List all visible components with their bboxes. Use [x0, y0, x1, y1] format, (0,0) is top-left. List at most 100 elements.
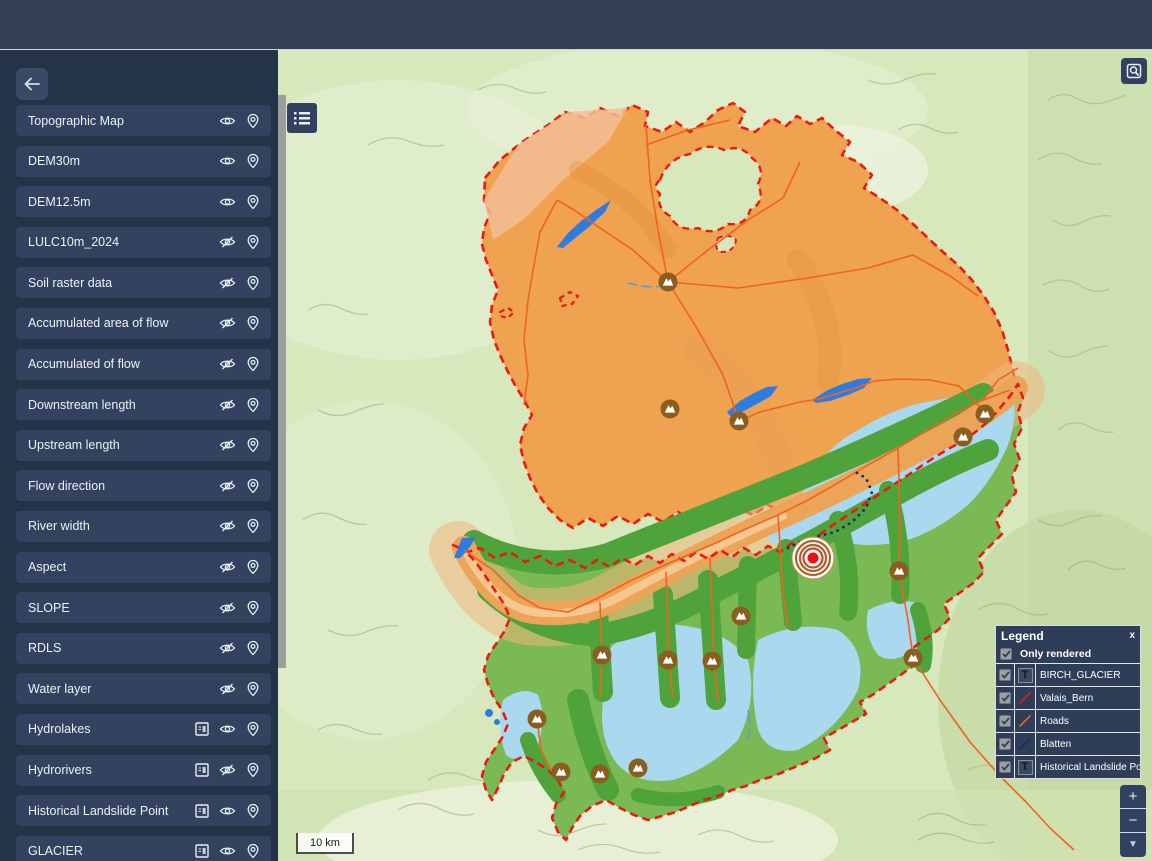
layer-row[interactable]: LULC10m_2024 [16, 227, 271, 258]
symbology-icon-button[interactable] [194, 721, 210, 737]
back-button[interactable] [16, 68, 48, 100]
zoom-to-layer-button[interactable] [245, 762, 261, 778]
layer-row[interactable]: Accumulated area of flow [16, 308, 271, 339]
eye-off-icon[interactable] [219, 559, 236, 575]
zoom-to-layer-button[interactable] [245, 478, 261, 494]
eye-icon[interactable] [219, 803, 236, 819]
zoom-out-button[interactable]: − [1120, 809, 1146, 833]
legend-title: Legend [1001, 629, 1044, 643]
symbology-icon-button[interactable] [194, 843, 210, 859]
pin-icon [245, 803, 261, 819]
eye-off-icon[interactable] [219, 234, 236, 250]
layer-row[interactable]: Aspect [16, 552, 271, 583]
layer-row[interactable]: SLOPE [16, 592, 271, 623]
zoom-to-layer-button[interactable] [245, 113, 261, 129]
zoom-to-layer-button[interactable] [245, 437, 261, 453]
map-area[interactable]: 10 km + − ▼ Legend x Only rendered T BIR… [278, 50, 1152, 861]
legend-item-checkbox[interactable] [996, 756, 1015, 778]
layers-sidebar: Topographic Map DEM30m [0, 50, 278, 861]
zoom-controls: + − ▼ [1120, 785, 1146, 857]
eye-off-icon[interactable] [219, 437, 236, 453]
eye-off-icon[interactable] [219, 762, 236, 778]
eye-off-icon[interactable] [219, 275, 236, 291]
layer-row[interactable]: GLACIER [16, 836, 271, 861]
eye-off-icon[interactable] [219, 315, 236, 331]
symbology-icon [194, 721, 210, 737]
identify-tool-button[interactable] [1121, 58, 1147, 84]
only-rendered-checkbox[interactable] [1000, 648, 1012, 660]
pin-icon [245, 437, 261, 453]
eye-off-icon[interactable] [219, 478, 236, 494]
text-symbol: T [1018, 668, 1033, 683]
layer-row[interactable]: Accumulated of flow [16, 349, 271, 380]
layer-label: Hydrorivers [28, 763, 194, 777]
check-icon [1001, 763, 1010, 771]
symbology-icon-button[interactable] [194, 803, 210, 819]
zoom-to-layer-button[interactable] [245, 275, 261, 291]
layer-row[interactable]: Hydrolakes [16, 714, 271, 745]
layer-row[interactable]: Downstream length [16, 389, 271, 420]
layer-row[interactable]: Upstream length [16, 430, 271, 461]
layer-label: DEM30m [28, 154, 219, 168]
layer-row[interactable]: Flow direction [16, 470, 271, 501]
layer-row[interactable]: DEM12.5m [16, 186, 271, 217]
text-symbol: T [1018, 760, 1033, 775]
pin-icon [245, 397, 261, 413]
legend-item-checkbox[interactable] [996, 664, 1015, 686]
pin-icon [245, 518, 261, 534]
eye-icon[interactable] [219, 843, 236, 859]
legend-item-checkbox[interactable] [996, 687, 1015, 709]
check-icon [1001, 740, 1010, 748]
zoom-to-layer-button[interactable] [245, 559, 261, 575]
layer-row[interactable]: Topographic Map [16, 105, 271, 136]
zoom-to-layer-button[interactable] [245, 640, 261, 656]
layer-list-button[interactable] [287, 103, 317, 133]
zoom-to-layer-button[interactable] [245, 843, 261, 859]
eye-off-icon[interactable] [219, 681, 236, 697]
legend-item-label: BIRCH_GLACIER [1036, 664, 1140, 686]
symbology-icon-button[interactable] [194, 762, 210, 778]
top-bar [0, 0, 1152, 50]
zoom-in-button[interactable]: + [1120, 785, 1146, 809]
eye-off-icon[interactable] [219, 356, 236, 372]
legend-item-row: Roads [996, 709, 1140, 732]
layer-label: LULC10m_2024 [28, 235, 219, 249]
layer-row[interactable]: Hydrorivers [16, 755, 271, 786]
zoom-extent-button[interactable]: ▼ [1120, 833, 1146, 857]
zoom-to-layer-button[interactable] [245, 315, 261, 331]
eye-icon[interactable] [219, 194, 236, 210]
sidebar-scrollbar[interactable] [278, 95, 286, 668]
arrow-left-icon [23, 77, 41, 91]
zoom-to-layer-button[interactable] [245, 803, 261, 819]
eye-icon[interactable] [219, 113, 236, 129]
eye-icon[interactable] [219, 721, 236, 737]
layer-row[interactable]: Water layer [16, 673, 271, 704]
legend-item-checkbox[interactable] [996, 710, 1015, 732]
symbology-icon [194, 803, 210, 819]
eye-icon[interactable] [219, 153, 236, 169]
zoom-to-layer-button[interactable] [245, 234, 261, 250]
zoom-to-layer-button[interactable] [245, 356, 261, 372]
zoom-to-layer-button[interactable] [245, 153, 261, 169]
eye-off-icon[interactable] [219, 397, 236, 413]
eye-off-icon[interactable] [219, 640, 236, 656]
legend-item-symbol: T [1015, 664, 1036, 686]
zoom-to-layer-button[interactable] [245, 600, 261, 616]
legend-item-checkbox[interactable] [996, 733, 1015, 755]
layer-row[interactable]: Historical Landslide Point [16, 795, 271, 826]
layer-row[interactable]: River width [16, 511, 271, 542]
zoom-to-layer-button[interactable] [245, 681, 261, 697]
zoom-to-layer-button[interactable] [245, 397, 261, 413]
layer-label: RDLS [28, 641, 219, 655]
zoom-to-layer-button[interactable] [245, 518, 261, 534]
layer-row[interactable]: Soil raster data [16, 267, 271, 298]
legend-close-button[interactable]: x [1129, 631, 1135, 641]
layer-row[interactable]: RDLS [16, 633, 271, 664]
layer-row[interactable]: DEM30m [16, 146, 271, 177]
symbology-icon [194, 762, 210, 778]
eye-off-icon[interactable] [219, 600, 236, 616]
birch-glacier-marker[interactable] [792, 537, 834, 579]
zoom-to-layer-button[interactable] [245, 721, 261, 737]
zoom-to-layer-button[interactable] [245, 194, 261, 210]
eye-off-icon[interactable] [219, 518, 236, 534]
